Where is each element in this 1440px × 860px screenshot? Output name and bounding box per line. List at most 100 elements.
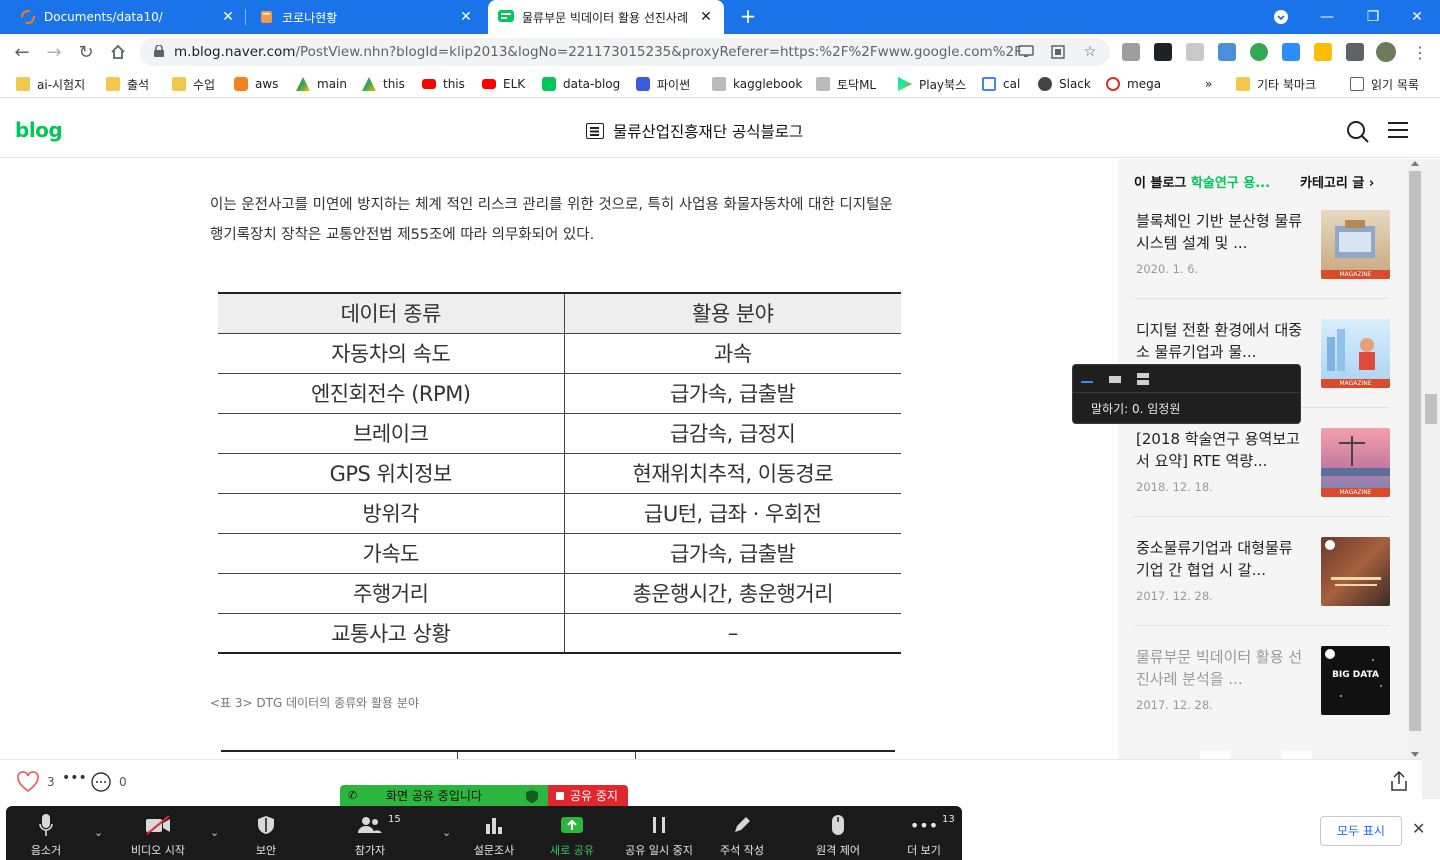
cube-ext-icon[interactable] — [1186, 43, 1204, 61]
more-button[interactable]: ••• 더 보기 — [904, 812, 944, 858]
bookmark-item[interactable]: 파이썬 — [636, 75, 690, 93]
bookmark-item[interactable]: cal — [982, 75, 1020, 93]
remote-control-button[interactable]: 원격 제어 — [806, 812, 870, 858]
sidebar-post[interactable]: [2018 학술연구 용역보고서 요약] RTE 역량... 2018. 12.… — [1118, 428, 1408, 537]
security-button[interactable]: 보안 — [246, 812, 286, 858]
table-cell: 교통사고 상황 — [218, 613, 565, 654]
reload-button[interactable]: ↻ — [72, 38, 100, 66]
wiki-icon — [712, 77, 726, 91]
blog-logo[interactable]: blog — [15, 118, 63, 142]
hamburger-menu-icon[interactable] — [1388, 122, 1408, 138]
chrome-ext-icon[interactable] — [1250, 43, 1268, 61]
address-bar[interactable]: m.blog.naver.com/PostView.nhn?blogId=kli… — [140, 38, 1110, 66]
zoom-ext-icon[interactable] — [1282, 43, 1300, 61]
more-dots-icon[interactable]: ••• — [62, 770, 87, 786]
comment-icon[interactable] — [90, 771, 112, 793]
bookmark-item[interactable]: this — [362, 75, 405, 93]
scroll-down-icon[interactable] — [1411, 752, 1419, 757]
participants-button[interactable]: 참가자 — [346, 812, 394, 858]
search-icon[interactable] — [1346, 120, 1370, 144]
calendar-ext-icon[interactable] — [1122, 43, 1140, 61]
bookmarks-overflow[interactable]: » — [1205, 75, 1212, 93]
heart-icon[interactable] — [16, 771, 40, 793]
sidebar-scrollbar[interactable] — [1408, 159, 1422, 759]
reading-list-icon — [1350, 77, 1364, 91]
participants-options-chevron-icon[interactable]: ⌄ — [442, 826, 451, 839]
new-share-button[interactable]: 새로 공유 — [544, 812, 600, 858]
terminal-ext-icon[interactable] — [1154, 43, 1172, 61]
bookmark-item[interactable]: 출석 — [106, 75, 149, 93]
bookmark-item[interactable]: kagglebook — [712, 75, 802, 93]
minimize-view-icon[interactable] — [1081, 381, 1093, 383]
share-icon[interactable] — [1389, 770, 1409, 792]
sidebar-post[interactable]: 중소물류기업과 대형물류기업 간 협업 시 갈... 2017. 12. 28. — [1118, 537, 1408, 646]
category-posts-link[interactable]: 카테고리 글 › — [1300, 172, 1374, 191]
mute-button[interactable]: 음소거 — [24, 812, 68, 858]
youtube-icon — [482, 79, 496, 89]
home-button[interactable] — [104, 38, 132, 66]
tab-documents[interactable]: Documents/data10/ ✕ — [10, 0, 246, 34]
bookmark-item[interactable]: mega — [1106, 75, 1161, 93]
drive-icon — [296, 77, 310, 91]
sidebar-post[interactable]: 블록체인 기반 분산형 물류 시스템 설계 및 ... 2020. 1. 6. … — [1118, 210, 1408, 319]
bookmark-item[interactable]: 수업 — [172, 75, 215, 93]
translate-icon[interactable] — [1050, 44, 1066, 60]
annotate-button[interactable]: 주석 작성 — [712, 812, 772, 858]
tab-search-icon[interactable] — [1258, 0, 1304, 34]
show-all-button[interactable]: 모두 표시 — [1320, 816, 1402, 846]
tab-blog-active[interactable]: 물류부문 빅데이터 활용 선진사례 ✕ — [488, 0, 724, 34]
bookmark-item[interactable]: aws — [234, 75, 278, 93]
split-view-icon[interactable] — [1137, 373, 1149, 378]
folder-icon — [1236, 77, 1250, 91]
audio-options-chevron-icon[interactable]: ⌄ — [94, 826, 103, 839]
new-tab-button[interactable]: + — [736, 5, 760, 29]
bookmark-item[interactable]: this — [422, 75, 465, 93]
bookmark-item[interactable]: ai-시험지 — [16, 75, 85, 93]
blog-title[interactable]: 물류산업진흥재단 공식블로그 — [586, 120, 803, 142]
close-icon[interactable]: ✕ — [458, 9, 474, 25]
table-cell: GPS 위치정보 — [218, 453, 565, 494]
forward-button[interactable]: → — [40, 38, 68, 66]
bookmark-item[interactable]: Slack — [1038, 75, 1091, 93]
lock-icon — [154, 45, 164, 57]
restore-button[interactable]: ❐ — [1350, 0, 1396, 34]
bookmark-item[interactable]: Play북스 — [898, 75, 966, 93]
page-scrollbar[interactable] — [1422, 159, 1440, 799]
start-video-button[interactable]: 비디오 시작 — [124, 812, 192, 858]
tab-corona[interactable]: 코로나현황 ✕ — [248, 0, 484, 34]
pager-button[interactable] — [1282, 751, 1312, 759]
reading-list[interactable]: 읽기 목록 — [1350, 75, 1419, 93]
single-view-icon[interactable] — [1109, 376, 1121, 383]
drive-ext-icon[interactable] — [1314, 43, 1332, 61]
other-bookmarks[interactable]: 기타 북마크 — [1236, 75, 1316, 93]
scroll-up-icon[interactable] — [1411, 161, 1419, 166]
bookmark-item[interactable]: data-blog — [542, 75, 620, 93]
table-cell: 가속도 — [218, 533, 565, 574]
video-options-chevron-icon[interactable]: ⌄ — [210, 826, 219, 839]
minimize-button[interactable]: — — [1304, 0, 1350, 34]
scroll-thumb[interactable] — [1409, 171, 1421, 731]
polls-button[interactable]: 설문조사 — [470, 812, 518, 858]
chrome-menu-icon[interactable]: ⋮ — [1406, 38, 1434, 66]
sharing-status[interactable]: ✆ 화면 공유 중입니다 — [340, 785, 548, 807]
bookmark-item[interactable]: main — [296, 75, 347, 93]
close-icon[interactable]: ✕ — [220, 9, 236, 25]
close-icon[interactable]: ✕ — [1412, 819, 1425, 838]
sidebar-post-current[interactable]: 물류부문 빅데이터 활용 선진사례 분석을 ... 2017. 12. 28. … — [1118, 646, 1408, 755]
cast-icon[interactable] — [1018, 44, 1034, 60]
extensions-puzzle-icon[interactable] — [1346, 43, 1364, 61]
close-icon[interactable]: ✕ — [698, 9, 714, 25]
pager-button[interactable] — [1200, 751, 1230, 759]
pause-share-button[interactable]: 공유 일시 중지 — [618, 812, 700, 858]
stop-share-button[interactable]: 공유 중지 — [548, 785, 628, 807]
image-ext-icon[interactable] — [1218, 43, 1236, 61]
profile-avatar[interactable] — [1376, 42, 1396, 62]
post-thumbnail — [1321, 537, 1390, 606]
close-window-button[interactable]: ✕ — [1394, 0, 1440, 34]
bookmark-item[interactable]: ELK — [482, 75, 525, 93]
bookmark-item[interactable]: 토닥ML — [816, 75, 876, 93]
back-button[interactable]: ← — [8, 38, 36, 66]
zoom-speaking-panel[interactable]: 말하기: 0. 임정원 — [1072, 364, 1301, 424]
scroll-thumb[interactable] — [1425, 394, 1437, 424]
bookmark-star-icon[interactable]: ☆ — [1082, 44, 1098, 60]
